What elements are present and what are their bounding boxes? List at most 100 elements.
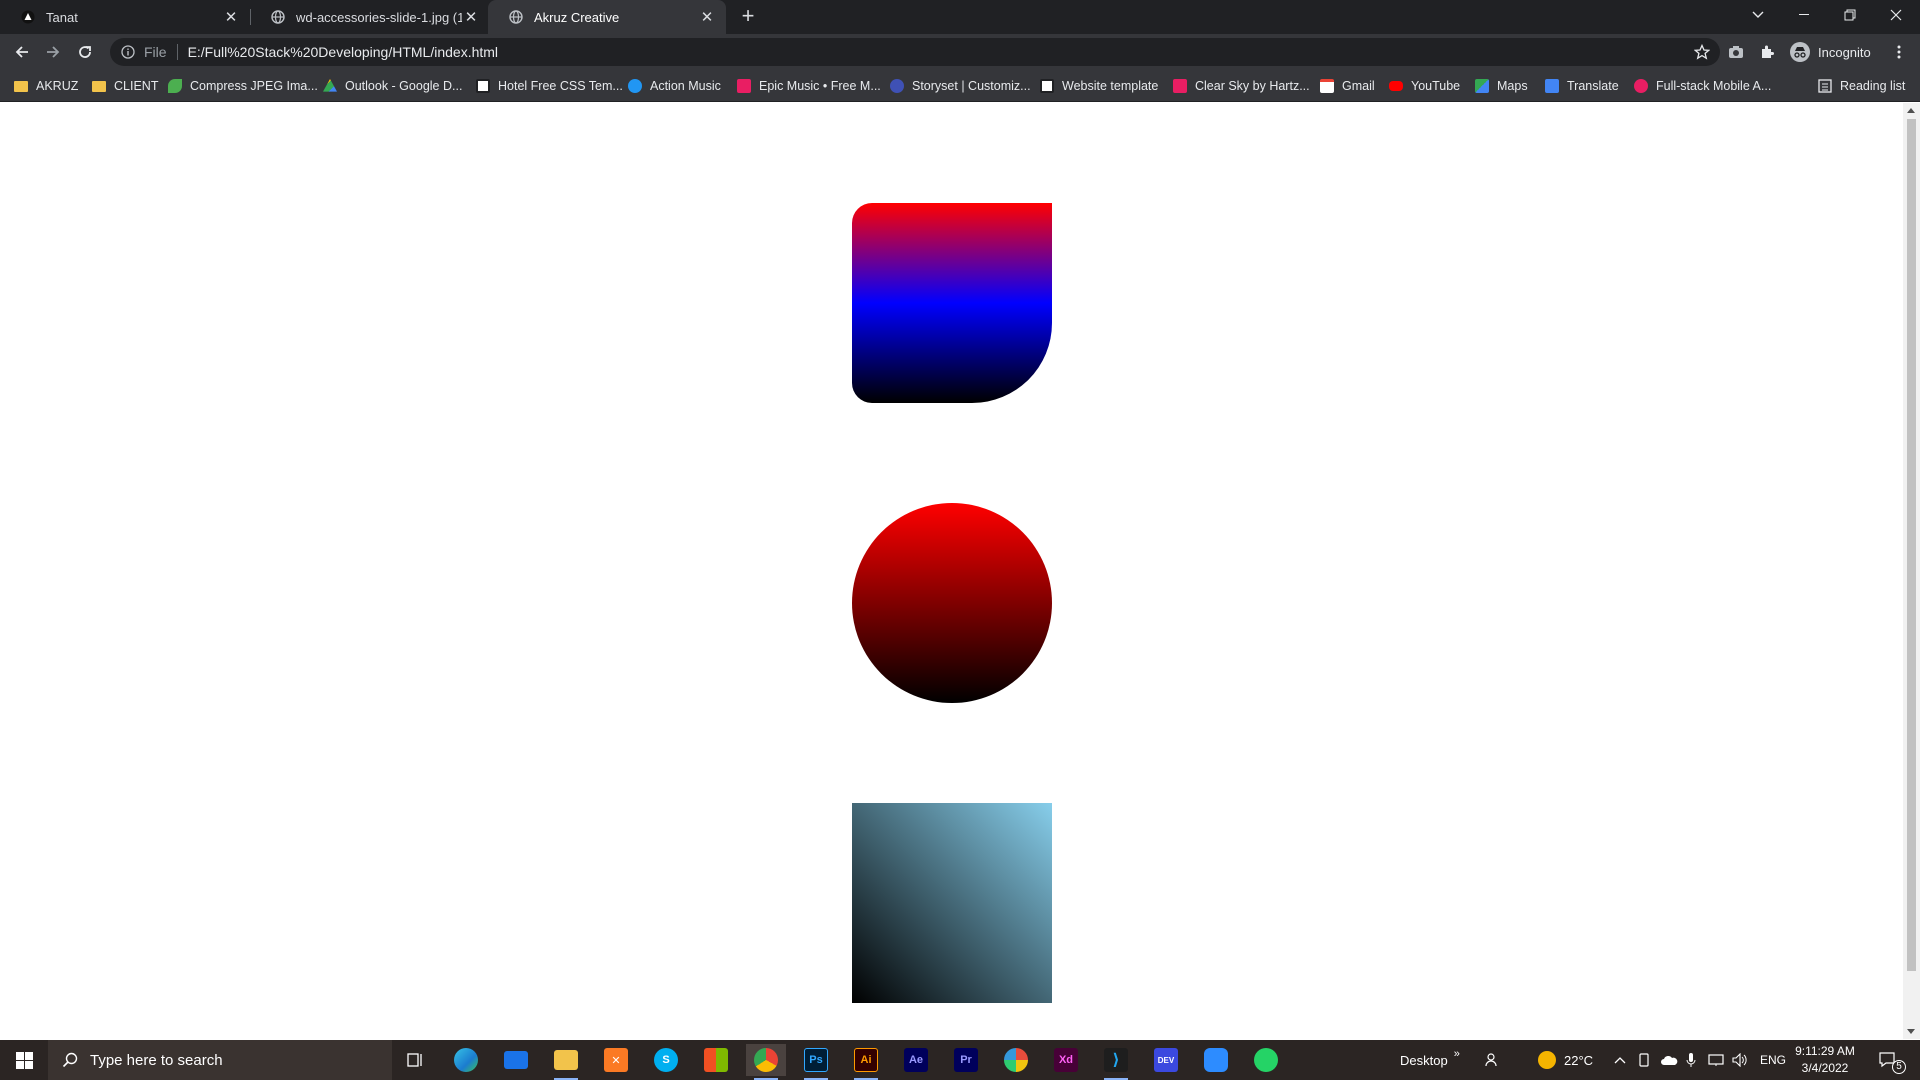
- people-icon[interactable]: [1484, 1040, 1500, 1080]
- bookmark-hotel-css[interactable]: Hotel Free CSS Tem...: [476, 78, 623, 94]
- new-tab-button[interactable]: +: [736, 5, 760, 29]
- bookmark-label: Epic Music • Free M...: [759, 79, 881, 93]
- xampp-icon[interactable]: ✕: [596, 1044, 636, 1076]
- taskbar-clock[interactable]: 9:11:29 AM 3/4/2022: [1780, 1043, 1870, 1077]
- chrome-icon[interactable]: [746, 1044, 786, 1080]
- store-icon[interactable]: [696, 1044, 736, 1076]
- bookmark-akruz[interactable]: AKRUZ: [14, 78, 78, 94]
- bookmark-fullstack-mobile[interactable]: Full-stack Mobile A...: [1634, 78, 1771, 94]
- adobe-xd-icon[interactable]: Xd: [1046, 1044, 1086, 1076]
- scroll-down-icon[interactable]: [1907, 1029, 1915, 1034]
- close-window-button[interactable]: [1873, 0, 1919, 30]
- bookmark-translate[interactable]: Translate: [1545, 78, 1619, 94]
- bookmark-clear-sky[interactable]: Clear Sky by Hartz...: [1173, 78, 1310, 94]
- bookmark-label: Compress JPEG Ima...: [190, 79, 318, 93]
- url-text[interactable]: E:/Full%20Stack%20Developing/HTML/index.…: [188, 44, 498, 60]
- omnibox-divider: [176, 44, 178, 60]
- bookmark-label: YouTube: [1411, 79, 1461, 93]
- m-icon: [1634, 79, 1648, 93]
- gradient-square-shape: [852, 803, 1052, 1003]
- onedrive-icon[interactable]: [1660, 1040, 1678, 1080]
- bookmark-client[interactable]: CLIENT: [92, 78, 158, 94]
- edge-icon[interactable]: [446, 1044, 486, 1076]
- windows-taskbar: Type here to search ✕ S Ps Ai Ae Pr Xd ⟩: [0, 1040, 1920, 1080]
- template-icon: [476, 79, 490, 93]
- reading-list-button[interactable]: Reading list: [1818, 78, 1905, 94]
- close-icon[interactable]: ✕: [462, 8, 480, 26]
- device-icon[interactable]: [1638, 1040, 1650, 1080]
- illustrator-icon[interactable]: Ai: [846, 1044, 886, 1080]
- tab-1[interactable]: wd-accessories-slide-1.jpg (1920 ✕: [250, 0, 490, 34]
- taskbar-search-box[interactable]: Type here to search: [48, 1040, 392, 1080]
- bookmark-outlook-drive[interactable]: Outlook - Google D...: [323, 78, 462, 94]
- bookmark-label: Clear Sky by Hartz...: [1195, 79, 1310, 93]
- volume-icon[interactable]: [1732, 1040, 1748, 1080]
- photoshop-icon[interactable]: Ps: [796, 1044, 836, 1080]
- tanat-favicon-icon: [20, 9, 36, 25]
- weather-widget[interactable]: 22°C: [1538, 1040, 1593, 1080]
- after-effects-icon[interactable]: Ae: [896, 1044, 936, 1076]
- bookmark-compress-jpeg[interactable]: Compress JPEG Ima...: [168, 78, 318, 94]
- bookmark-gmail[interactable]: Gmail: [1320, 78, 1375, 94]
- show-hidden-icons-chevron-icon[interactable]: [1614, 1040, 1626, 1080]
- info-icon[interactable]: [120, 44, 136, 60]
- bookmark-epic-music[interactable]: Epic Music • Free M...: [737, 78, 881, 94]
- desktop-toolbar[interactable]: Desktop »: [1400, 1040, 1460, 1080]
- tab-title: Akruz Creative: [534, 9, 620, 25]
- bookmark-youtube[interactable]: YouTube: [1389, 78, 1460, 94]
- premiere-pro-icon[interactable]: Pr: [946, 1044, 986, 1076]
- scroll-up-icon[interactable]: [1907, 108, 1915, 113]
- bookmark-label: Maps: [1497, 79, 1528, 93]
- forward-button[interactable]: [40, 39, 66, 65]
- close-icon[interactable]: ✕: [698, 8, 716, 26]
- notification-count: 5: [1892, 1060, 1906, 1074]
- menu-icon[interactable]: [1890, 43, 1908, 61]
- task-view-icon[interactable]: [395, 1044, 435, 1076]
- close-icon[interactable]: ✕: [222, 8, 240, 26]
- incognito-profile-button[interactable]: Incognito: [1790, 39, 1871, 65]
- file-explorer-icon[interactable]: [546, 1044, 586, 1080]
- vertical-scrollbar[interactable]: [1903, 103, 1920, 1039]
- restore-button[interactable]: [1827, 0, 1873, 30]
- bookmark-star-icon[interactable]: [1693, 43, 1711, 60]
- bookmark-label: Gmail: [1342, 79, 1375, 93]
- translate-icon: [1545, 79, 1559, 93]
- network-icon[interactable]: [1708, 1040, 1724, 1080]
- drive-icon: [323, 79, 337, 92]
- bookmark-website-template[interactable]: Website template: [1040, 78, 1158, 94]
- clock-time: 9:11:29 AM: [1795, 1044, 1855, 1058]
- camera-icon[interactable]: [1727, 43, 1745, 61]
- music-icon: [737, 79, 751, 93]
- bookmark-maps[interactable]: Maps: [1475, 78, 1528, 94]
- microphone-icon[interactable]: [1686, 1040, 1696, 1080]
- skype-icon[interactable]: S: [646, 1044, 686, 1076]
- vscode-icon[interactable]: ⟩: [1096, 1044, 1136, 1080]
- profile-label: Incognito: [1818, 44, 1871, 60]
- zoom-icon[interactable]: [1196, 1044, 1236, 1076]
- address-bar[interactable]: File E:/Full%20Stack%20Developing/HTML/i…: [110, 38, 1720, 66]
- folder-icon: [92, 80, 106, 92]
- gmail-icon: [1320, 79, 1334, 93]
- bookmark-label: Action Music: [650, 79, 721, 93]
- tab-0[interactable]: Tanat ✕: [0, 0, 250, 34]
- back-button[interactable]: [9, 39, 35, 65]
- extensions-icon[interactable]: [1758, 43, 1776, 61]
- bookmark-action-music[interactable]: Action Music: [628, 78, 721, 94]
- tab-strip: Tanat ✕ wd-accessories-slide-1.jpg (1920…: [0, 0, 1920, 34]
- bookmark-label: Outlook - Google D...: [345, 79, 463, 93]
- bookmark-label: AKRUZ: [36, 79, 79, 93]
- reload-button[interactable]: [72, 39, 98, 65]
- davinci-icon[interactable]: [996, 1044, 1036, 1076]
- tab-2[interactable]: Akruz Creative ✕: [488, 0, 726, 34]
- mail-icon[interactable]: [496, 1044, 536, 1076]
- bookmark-storyset[interactable]: Storyset | Customiz...: [890, 78, 1031, 94]
- tab-search-icon[interactable]: [1735, 0, 1781, 30]
- scrollbar-thumb[interactable]: [1907, 119, 1916, 971]
- minimize-button[interactable]: [1781, 0, 1827, 30]
- weather-temperature: 22°C: [1564, 1052, 1594, 1068]
- bookmark-label: Hotel Free CSS Tem...: [498, 79, 623, 93]
- whatsapp-icon[interactable]: [1246, 1044, 1286, 1076]
- windows-start-button[interactable]: [0, 1040, 48, 1080]
- dev-icon[interactable]: DEV: [1146, 1044, 1186, 1076]
- notification-center-icon[interactable]: 5: [1878, 1040, 1906, 1080]
